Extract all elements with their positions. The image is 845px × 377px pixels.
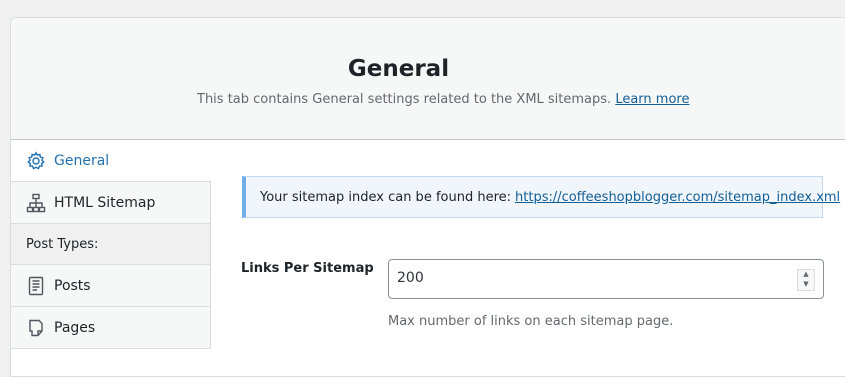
tab-html-sitemap-label: HTML Sitemap — [54, 194, 156, 211]
sidebar: General HTML Sitemap Post Types: Posts P… — [11, 140, 211, 349]
number-stepper[interactable]: ▲ ▼ — [797, 269, 815, 291]
settings-panel: General This tab contains General settin… — [10, 17, 845, 377]
sitemap-icon — [26, 193, 46, 213]
page-header: General This tab contains General settin… — [11, 18, 845, 140]
tab-html-sitemap[interactable]: HTML Sitemap — [11, 182, 211, 224]
notice-text: Your sitemap index can be found here: — [260, 189, 512, 205]
links-per-sitemap-help: Max number of links on each sitemap page… — [388, 314, 674, 329]
stepper-down-icon[interactable]: ▼ — [798, 280, 814, 290]
sitemap-index-link[interactable]: https://coffeeshopblogger.com/sitemap_in… — [515, 190, 840, 205]
links-per-sitemap-input[interactable] — [389, 260, 777, 296]
tab-general[interactable]: General — [11, 140, 211, 182]
links-per-sitemap-label: Links Per Sitemap — [241, 261, 374, 276]
post-icon — [26, 276, 46, 296]
tab-pages-label: Pages — [54, 319, 96, 336]
stepper-up-icon[interactable]: ▲ — [798, 270, 814, 280]
tab-pages[interactable]: Pages — [11, 307, 211, 349]
post-types-label: Post Types: — [26, 236, 99, 252]
tab-posts[interactable]: Posts — [11, 265, 211, 307]
page-icon — [26, 318, 46, 338]
page-subtitle: This tab contains General settings relat… — [197, 92, 689, 107]
post-types-group-label: Post Types: — [11, 224, 211, 265]
tab-general-label: General — [54, 152, 110, 169]
links-per-sitemap-field: ▲ ▼ — [388, 259, 824, 299]
page-title: General — [347, 56, 450, 82]
learn-more-link[interactable]: Learn more — [615, 92, 689, 107]
gear-icon — [26, 150, 46, 171]
subtitle-text: This tab contains General settings relat… — [197, 92, 612, 107]
sitemap-index-notice: Your sitemap index can be found here: ht… — [242, 176, 840, 218]
tab-posts-label: Posts — [54, 277, 91, 294]
